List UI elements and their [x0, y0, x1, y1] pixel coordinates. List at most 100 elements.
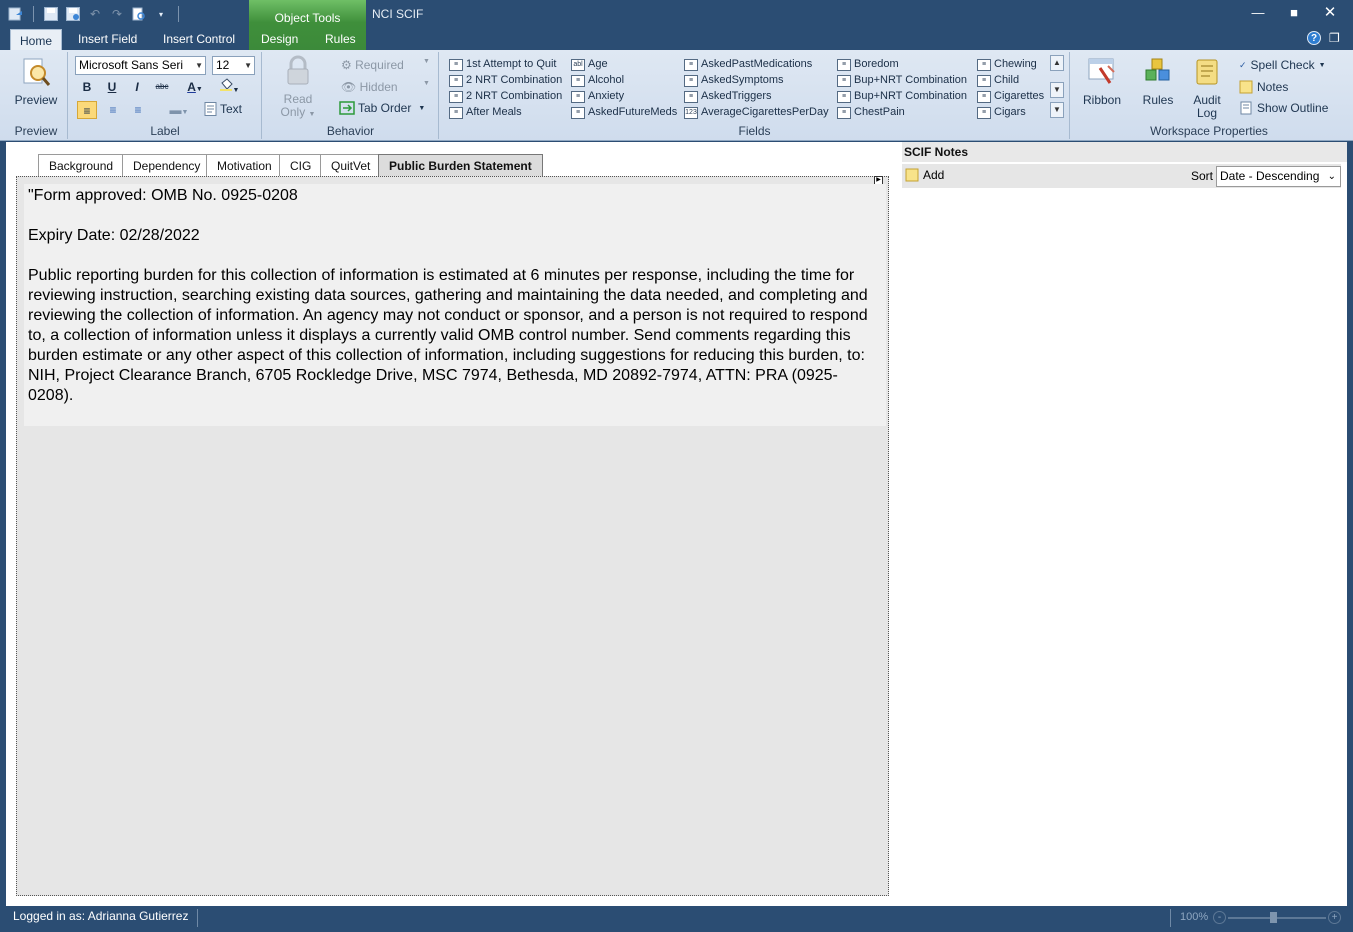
close-button[interactable]: ✕ — [1315, 4, 1345, 22]
underline-button[interactable]: U — [102, 78, 122, 96]
font-name-select[interactable]: Microsoft Sans Seri ▼ — [75, 56, 206, 75]
hidden-dropdown[interactable]: ▼ — [423, 80, 430, 87]
form-tab-dependency[interactable]: Dependency — [122, 154, 212, 176]
field-numeric-icon: 123 — [684, 106, 698, 119]
public-burden-text-label[interactable]: "Form approved: OMB No. 0925-0208 Expiry… — [24, 184, 886, 426]
bold-button[interactable]: B — [77, 78, 97, 96]
field-item[interactable]: ≡ Child — [977, 73, 1019, 88]
undo-icon[interactable]: ↶ — [87, 6, 103, 22]
form-tab-motivation[interactable]: Motivation — [206, 154, 283, 176]
form-tab-quitvet[interactable]: QuitVet — [320, 154, 380, 176]
ribbon-button[interactable]: Ribbon — [1079, 56, 1125, 107]
field-list-icon: ≡ — [449, 58, 463, 71]
sticky-note-icon — [1239, 80, 1253, 94]
form-tab-background[interactable]: Background — [38, 154, 125, 176]
help-icon[interactable]: ? — [1307, 31, 1321, 45]
tab-home[interactable]: Home — [10, 29, 63, 51]
title-bar: ↶ ↷ ▾ Object Tools NCI SCIF — ■ ✕ — [0, 0, 1353, 50]
align-center-button[interactable]: ≡ — [103, 101, 123, 119]
zoom-out-icon[interactable]: - — [1213, 911, 1226, 924]
zoom-level: 100% — [1180, 911, 1209, 923]
rules-button[interactable]: Rules — [1135, 56, 1181, 107]
audit-log-button[interactable]: Audit Log — [1184, 56, 1230, 120]
minimize-button[interactable]: — — [1243, 4, 1273, 22]
preview-group: Preview Preview — [5, 52, 68, 139]
status-bar: Logged in as: Adrianna Gutierrez 100% - … — [0, 906, 1353, 932]
border-style-button[interactable]: ▬▼ — [164, 101, 194, 119]
sort-label: Sort — [1191, 169, 1214, 183]
tab-insert-field[interactable]: Insert Field — [69, 28, 146, 50]
zoom-slider-thumb[interactable] — [1270, 912, 1277, 923]
ribbon-tab-row: Home Insert Field Insert Control Design … — [0, 28, 1353, 51]
gallery-expand[interactable]: ▼ — [1050, 102, 1064, 118]
field-item[interactable]: ≡ 1st Attempt to Quit — [449, 57, 557, 72]
save-icon[interactable] — [43, 6, 59, 22]
required-dropdown[interactable]: ▼ — [423, 58, 430, 65]
form-design-surface[interactable]: ▶ "Form approved: OMB No. 0925-0208 Expi… — [16, 176, 889, 896]
field-list-icon: ≡ — [977, 74, 991, 87]
strikethrough-button[interactable]: abc — [152, 78, 172, 96]
field-item[interactable]: ≡ ChestPain — [837, 105, 905, 120]
maximize-button[interactable]: ■ — [1279, 4, 1309, 22]
app-window: ↶ ↷ ▾ Object Tools NCI SCIF — ■ ✕ Home I… — [0, 0, 1353, 932]
field-item[interactable]: ≡ Chewing — [977, 57, 1037, 72]
hidden-button[interactable]: 👁 Hidden — [341, 80, 398, 94]
field-item[interactable]: ≡ After Meals — [449, 105, 522, 120]
field-item[interactable]: 123 AverageCigarettesPerDay — [684, 105, 829, 120]
form-tab-public-burden-statement[interactable]: Public Burden Statement — [378, 154, 543, 176]
add-note-button[interactable]: Add — [905, 168, 944, 182]
tab-rules[interactable]: Rules — [316, 28, 365, 50]
text-button[interactable]: Text — [204, 102, 242, 116]
gallery-scroll-down[interactable]: ▼ — [1050, 82, 1064, 98]
field-item[interactable]: ≡ Anxiety — [571, 89, 624, 104]
preview-button[interactable]: Preview — [11, 56, 61, 107]
field-item[interactable]: ≡ Bup+NRT Combination — [837, 89, 967, 104]
field-item[interactable]: ≡ Cigarettes — [977, 89, 1044, 104]
preview-group-label: Preview — [14, 124, 58, 138]
tab-insert-control[interactable]: Insert Control — [154, 28, 244, 50]
field-item[interactable]: ≡ Bup+NRT Combination — [837, 73, 967, 88]
font-color-button[interactable]: A▼ — [181, 78, 209, 96]
notes-panel-title: SCIF Notes — [902, 142, 1347, 162]
redo-icon[interactable]: ↷ — [109, 6, 125, 22]
required-button[interactable]: ⚙ Required — [341, 58, 404, 72]
align-right-button[interactable]: ≡ — [128, 101, 148, 119]
spell-check-button[interactable]: ✓ Spell Check ▼ — [1239, 58, 1326, 72]
print-preview-icon[interactable] — [131, 6, 147, 22]
lock-icon — [287, 55, 309, 85]
qat-customize-icon[interactable]: ▾ — [153, 6, 169, 22]
italic-button[interactable]: I — [127, 78, 147, 96]
field-item[interactable]: ≡ Boredom — [837, 57, 899, 72]
field-item[interactable]: ≡ AskedTriggers — [684, 89, 772, 104]
field-item[interactable]: ≡ Cigars — [977, 105, 1026, 120]
field-item[interactable]: ≡ AskedPastMedications — [684, 57, 812, 72]
form-tab-cig[interactable]: CIG — [279, 154, 323, 176]
notes-button[interactable]: Notes — [1239, 80, 1288, 94]
save-all-icon[interactable] — [65, 6, 81, 22]
gallery-scroll-up[interactable]: ▲ — [1050, 55, 1064, 71]
field-item[interactable]: ≡ AskedSymptoms — [684, 73, 784, 88]
field-list-icon: ≡ — [977, 90, 991, 103]
tab-order-button[interactable]: Tab Order ▼ — [339, 101, 425, 115]
field-list-icon: ≡ — [449, 90, 463, 103]
tab-design[interactable]: Design — [252, 28, 307, 50]
rules-cubes-icon — [1145, 58, 1170, 81]
ribbon: Preview Preview Microsoft Sans Seri ▼ 12 ▼… — [0, 50, 1353, 141]
restore-window-icon[interactable]: ❐ — [1329, 31, 1343, 45]
paint-bucket-icon — [219, 78, 233, 91]
read-only-button[interactable]: Read Only ▼ — [273, 55, 323, 121]
sort-select[interactable]: Date - Descending ⌄ — [1216, 166, 1341, 187]
font-size-select[interactable]: 12 ▼ — [212, 56, 255, 75]
show-outline-button[interactable]: Show Outline — [1239, 101, 1328, 115]
label-group-label: Label — [150, 124, 180, 138]
field-item[interactable]: abl Age — [571, 57, 608, 72]
align-left-button[interactable]: ≡ — [77, 101, 97, 119]
highlight-color-button[interactable]: ▼ — [215, 78, 243, 96]
field-item[interactable]: ≡ Alcohol — [571, 73, 624, 88]
app-menu-icon[interactable] — [8, 6, 24, 22]
field-item[interactable]: ≡ 2 NRT Combination — [449, 73, 562, 88]
zoom-in-icon[interactable]: + — [1328, 911, 1341, 924]
field-item[interactable]: ≡ AskedFutureMeds — [571, 105, 677, 120]
zoom-slider-track[interactable] — [1228, 917, 1326, 919]
field-item[interactable]: ≡ 2 NRT Combination — [449, 89, 562, 104]
